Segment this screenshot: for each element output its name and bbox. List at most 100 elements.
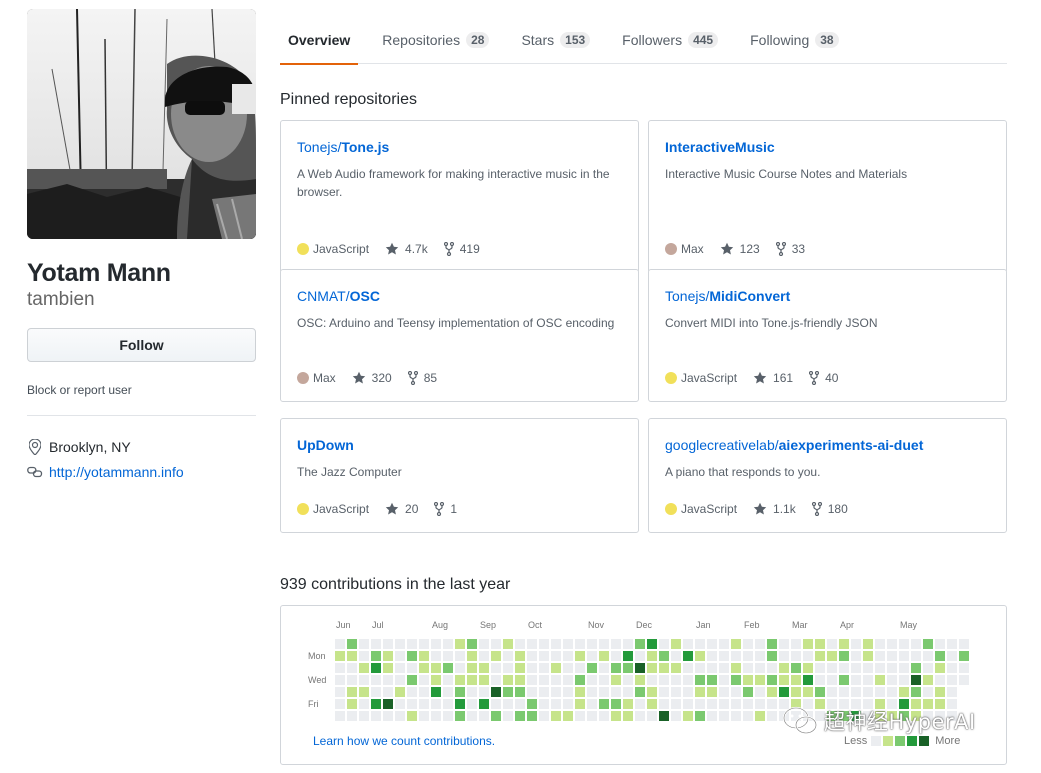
contribution-day[interactable] bbox=[491, 699, 501, 709]
contribution-day[interactable] bbox=[959, 663, 969, 673]
contribution-day[interactable] bbox=[611, 675, 621, 685]
contribution-day[interactable] bbox=[371, 639, 381, 649]
contribution-day[interactable] bbox=[707, 687, 717, 697]
contribution-day[interactable] bbox=[827, 675, 837, 685]
contribution-day[interactable] bbox=[635, 639, 645, 649]
contribution-day[interactable] bbox=[803, 639, 813, 649]
contribution-day[interactable] bbox=[395, 663, 405, 673]
contribution-day[interactable] bbox=[755, 651, 765, 661]
contribution-day[interactable] bbox=[383, 675, 393, 685]
contribution-day[interactable] bbox=[851, 675, 861, 685]
contribution-day[interactable] bbox=[503, 651, 513, 661]
contribution-day[interactable] bbox=[419, 675, 429, 685]
repo-name-link[interactable]: UpDown bbox=[297, 435, 622, 455]
contribution-day[interactable] bbox=[359, 639, 369, 649]
contribution-day[interactable] bbox=[731, 639, 741, 649]
contribution-day[interactable] bbox=[731, 711, 741, 721]
contribution-day[interactable] bbox=[587, 663, 597, 673]
contribution-day[interactable] bbox=[551, 651, 561, 661]
contribution-day[interactable] bbox=[383, 687, 393, 697]
contribution-day[interactable] bbox=[359, 663, 369, 673]
contribution-day[interactable] bbox=[347, 711, 357, 721]
contribution-day[interactable] bbox=[767, 699, 777, 709]
contribution-day[interactable] bbox=[335, 675, 345, 685]
contribution-day[interactable] bbox=[695, 699, 705, 709]
contribution-day[interactable] bbox=[935, 675, 945, 685]
contribution-day[interactable] bbox=[563, 663, 573, 673]
contribution-day[interactable] bbox=[743, 663, 753, 673]
contribution-day[interactable] bbox=[767, 651, 777, 661]
contribution-day[interactable] bbox=[455, 699, 465, 709]
contribution-day[interactable] bbox=[875, 687, 885, 697]
contribution-day[interactable] bbox=[563, 651, 573, 661]
contribution-day[interactable] bbox=[431, 651, 441, 661]
contribution-day[interactable] bbox=[623, 663, 633, 673]
contribution-day[interactable] bbox=[671, 699, 681, 709]
contribution-day[interactable] bbox=[719, 675, 729, 685]
contribution-day[interactable] bbox=[515, 663, 525, 673]
contribution-day[interactable] bbox=[899, 663, 909, 673]
contribution-day[interactable] bbox=[419, 711, 429, 721]
contribution-day[interactable] bbox=[935, 663, 945, 673]
repo-forks[interactable]: 419 bbox=[443, 242, 480, 256]
contribution-day[interactable] bbox=[575, 711, 585, 721]
contribution-day[interactable] bbox=[779, 639, 789, 649]
repo-name-link[interactable]: CNMAT/OSC bbox=[297, 286, 622, 306]
contribution-day[interactable] bbox=[719, 639, 729, 649]
repo-forks[interactable]: 85 bbox=[407, 371, 437, 385]
contribution-day[interactable] bbox=[959, 639, 969, 649]
contribution-day[interactable] bbox=[467, 711, 477, 721]
contribution-day[interactable] bbox=[695, 651, 705, 661]
contribution-day[interactable] bbox=[731, 699, 741, 709]
contribution-day[interactable] bbox=[431, 687, 441, 697]
contribution-day[interactable] bbox=[407, 675, 417, 685]
repo-stars[interactable]: 20 bbox=[385, 502, 418, 516]
contribution-day[interactable] bbox=[647, 687, 657, 697]
contribution-day[interactable] bbox=[623, 687, 633, 697]
contribution-day[interactable] bbox=[431, 639, 441, 649]
contribution-day[interactable] bbox=[371, 663, 381, 673]
contribution-day[interactable] bbox=[599, 675, 609, 685]
contribution-day[interactable] bbox=[443, 699, 453, 709]
contribution-day[interactable] bbox=[587, 687, 597, 697]
contribution-day[interactable] bbox=[707, 663, 717, 673]
contribution-day[interactable] bbox=[623, 639, 633, 649]
contribution-day[interactable] bbox=[431, 699, 441, 709]
contribution-day[interactable] bbox=[563, 675, 573, 685]
contribution-day[interactable] bbox=[947, 651, 957, 661]
contribution-day[interactable] bbox=[923, 639, 933, 649]
contribution-day[interactable] bbox=[599, 687, 609, 697]
contribution-day[interactable] bbox=[791, 663, 801, 673]
contribution-day[interactable] bbox=[347, 663, 357, 673]
contribution-day[interactable] bbox=[491, 675, 501, 685]
contribution-day[interactable] bbox=[611, 699, 621, 709]
contribution-day[interactable] bbox=[923, 675, 933, 685]
contribution-day[interactable] bbox=[539, 699, 549, 709]
contribution-day[interactable] bbox=[395, 699, 405, 709]
contribution-day[interactable] bbox=[875, 651, 885, 661]
contribution-day[interactable] bbox=[815, 639, 825, 649]
contribution-day[interactable] bbox=[371, 687, 381, 697]
contribution-day[interactable] bbox=[515, 639, 525, 649]
contribution-day[interactable] bbox=[431, 663, 441, 673]
contribution-day[interactable] bbox=[827, 651, 837, 661]
contribution-day[interactable] bbox=[527, 711, 537, 721]
contribution-day[interactable] bbox=[911, 675, 921, 685]
contribution-day[interactable] bbox=[707, 651, 717, 661]
contribution-day[interactable] bbox=[647, 711, 657, 721]
contribution-day[interactable] bbox=[671, 687, 681, 697]
contribution-day[interactable] bbox=[731, 663, 741, 673]
contribution-day[interactable] bbox=[419, 639, 429, 649]
contribution-day[interactable] bbox=[695, 663, 705, 673]
contribution-day[interactable] bbox=[911, 639, 921, 649]
contribution-day[interactable] bbox=[803, 687, 813, 697]
contribution-day[interactable] bbox=[851, 639, 861, 649]
contribution-day[interactable] bbox=[479, 651, 489, 661]
contribution-day[interactable] bbox=[659, 639, 669, 649]
website-row[interactable]: http://yotammann.info bbox=[27, 459, 256, 484]
contribution-day[interactable] bbox=[599, 699, 609, 709]
contribution-day[interactable] bbox=[719, 663, 729, 673]
contribution-day[interactable] bbox=[731, 651, 741, 661]
contribution-day[interactable] bbox=[539, 711, 549, 721]
repo-forks[interactable]: 1 bbox=[434, 502, 457, 516]
